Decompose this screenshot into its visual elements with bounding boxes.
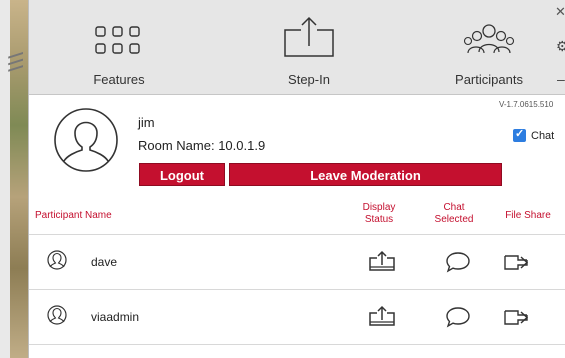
col-chat-selected: Chat Selected	[434, 202, 474, 225]
leave-moderation-button[interactable]: Leave Moderation	[229, 163, 502, 186]
toolbar-participants-label: Participants	[455, 72, 523, 87]
version-text: V-1.7.0615.510	[499, 100, 554, 109]
grid-icon	[95, 26, 140, 54]
col-participant-name: Participant Name	[35, 210, 112, 221]
col-file-share: File Share	[505, 210, 551, 221]
chat-checkbox[interactable]: ✓	[513, 128, 526, 142]
settings-icon[interactable]: ⚙	[556, 38, 565, 55]
logout-button[interactable]: Logout	[139, 163, 225, 186]
participant-row[interactable]: viaadmin	[29, 290, 565, 345]
participant-name: dave	[91, 255, 118, 269]
app-logo: \\\	[5, 52, 26, 72]
top-toolbar: Features Step-In Participants ✕ ⚙ –	[29, 0, 565, 95]
user-avatar-icon	[54, 108, 118, 172]
participants-icon	[463, 24, 515, 54]
participant-avatar-icon	[47, 305, 67, 325]
participant-row[interactable]: dave	[29, 235, 565, 290]
toolbar-participants[interactable]: Participants	[439, 0, 539, 94]
chat-label: Chat	[531, 130, 555, 142]
chat-bubble-icon[interactable]	[445, 306, 471, 328]
display-status-share-icon[interactable]	[368, 250, 396, 272]
toolbar-step-in[interactable]: Step-In	[249, 0, 369, 94]
room-name: Room Name: 10.0.1.9	[138, 138, 266, 153]
user-name: jim	[138, 115, 155, 130]
desktop-backdrop: \\\	[0, 0, 28, 358]
moderation-panel: Features Step-In Participants ✕ ⚙ – jim …	[28, 0, 565, 358]
upload-screen-icon	[284, 16, 334, 57]
file-share-icon[interactable]	[503, 252, 529, 272]
minimize-icon[interactable]: –	[557, 71, 565, 87]
chat-bubble-icon[interactable]	[445, 251, 471, 273]
check-icon: ✓	[515, 128, 525, 140]
toolbar-features-label: Features	[93, 72, 145, 87]
participant-name: viaadmin	[91, 310, 140, 324]
toolbar-step-in-label: Step-In	[288, 72, 330, 87]
col-display-status: Display Status	[362, 202, 396, 225]
participant-avatar-icon	[47, 250, 67, 270]
display-status-share-icon[interactable]	[368, 305, 396, 327]
toolbar-features[interactable]: Features	[69, 0, 169, 94]
file-share-icon[interactable]	[503, 307, 529, 327]
participants-header-row: Participant Name Display Status Chat Sel…	[29, 200, 565, 235]
close-icon[interactable]: ✕	[555, 4, 565, 20]
